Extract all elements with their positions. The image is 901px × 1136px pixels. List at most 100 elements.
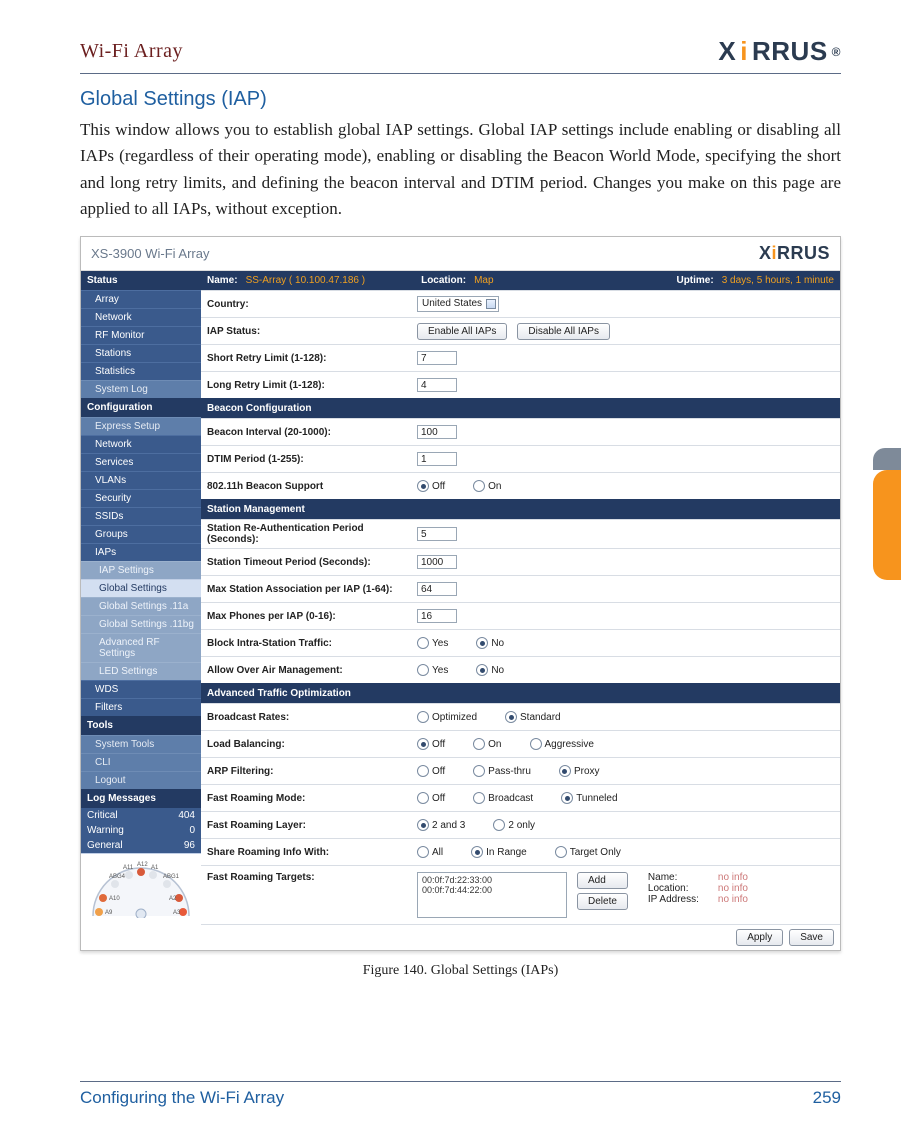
dtim-input[interactable]: 1 [417,452,457,466]
sidebar-item-statistics[interactable]: Statistics [81,362,201,380]
long-retry-input[interactable]: 4 [417,378,457,392]
radio-11h-off[interactable]: Off [417,480,445,492]
svg-text:A1: A1 [151,865,159,871]
radio-fr-bcast[interactable]: Broadcast [473,792,533,804]
iap-dial-icon: A9 A10 ABG4 A11 A12 A1 ABG1 A2 A3 [81,853,201,920]
sidebar-item-cfg-groups[interactable]: Groups [81,525,201,543]
select-country[interactable]: United States [417,296,499,312]
radio-lb-on[interactable]: On [473,738,501,750]
sidebar-head-log[interactable]: Log Messages [81,789,201,808]
label-frlayer: Fast Roaming Layer: [207,820,417,831]
radio-block-yes[interactable]: Yes [417,637,448,649]
sidebar-item-cli[interactable]: CLI [81,753,201,771]
section-heading: Global Settings (IAP) [80,88,841,111]
radio-layer-2[interactable]: 2 only [493,819,535,831]
sidebar-item-systemlog[interactable]: System Log [81,380,201,398]
delete-target-button[interactable]: Delete [577,893,628,910]
label-bcast-rates: Broadcast Rates: [207,712,417,723]
main-panel: Name: SS-Array ( 10.100.47.186 ) Locatio… [201,271,840,950]
radio-lb-off[interactable]: Off [417,738,445,750]
radio-bcast-opt[interactable]: Optimized [417,711,477,723]
short-retry-input[interactable]: 7 [417,351,457,365]
label-beacon-int: Beacon Interval (20-1000): [207,427,417,438]
maxphones-input[interactable]: 16 [417,609,457,623]
radio-lb-aggr[interactable]: Aggressive [530,738,594,750]
radio-block-no[interactable]: No [476,637,504,649]
sidebar-sub-iapsettings[interactable]: IAP Settings [81,561,201,579]
log-row-warning[interactable]: Warning0 [81,823,201,838]
sidebar-item-cfg-services[interactable]: Services [81,453,201,471]
sidebar-sub-gs11a[interactable]: Global Settings .11a [81,597,201,615]
section-station: Station Management [201,499,840,519]
intro-paragraph: This window allows you to establish glob… [80,117,841,222]
label-long-retry: Long Retry Limit (1-128): [207,380,417,391]
beacon-interval-input[interactable]: 100 [417,425,457,439]
sidebar-sub-gs11bg[interactable]: Global Settings .11bg [81,615,201,633]
sidebar-item-rfmonitor[interactable]: RF Monitor [81,326,201,344]
svg-text:A11: A11 [123,865,134,871]
radio-arp-off[interactable]: Off [417,765,445,777]
log-row-general[interactable]: General96 [81,838,201,853]
maxsta-input[interactable]: 64 [417,582,457,596]
sidebar-sub-led[interactable]: LED Settings [81,662,201,680]
radio-fr-tun[interactable]: Tunneled [561,792,617,804]
side-tab-icon [873,470,901,580]
label-country: Country: [207,299,417,310]
sidebar-item-stations[interactable]: Stations [81,344,201,362]
sidebar-item-filters[interactable]: Filters [81,698,201,716]
radio-11h-on[interactable]: On [473,480,501,492]
svg-text:ABG4: ABG4 [109,874,126,880]
sidebar-head-tools[interactable]: Tools [81,716,201,735]
sidebar-head-config[interactable]: Configuration [81,398,201,417]
sidebar-item-wds[interactable]: WDS [81,680,201,698]
disable-all-iaps-button[interactable]: Disable All IAPs [517,323,610,340]
figure-caption: Figure 140. Global Settings (IAPs) [80,963,841,979]
radio-layer-23[interactable]: 2 and 3 [417,819,465,831]
sidebar-item-systools[interactable]: System Tools [81,735,201,753]
brand-logo: XiRRUS® [718,36,841,67]
sidebar-item-cfg-vlans[interactable]: VLANs [81,471,201,489]
sidebar: Status Array Network RF Monitor Stations… [81,271,201,950]
add-target-button[interactable]: Add [577,872,628,889]
sidebar-item-network[interactable]: Network [81,308,201,326]
sidebar-item-logout[interactable]: Logout [81,771,201,789]
radio-arp-proxy[interactable]: Proxy [559,765,600,777]
radio-share-range[interactable]: In Range [471,846,527,858]
enable-all-iaps-button[interactable]: Enable All IAPs [417,323,507,340]
radio-bcast-std[interactable]: Standard [505,711,561,723]
section-advanced: Advanced Traffic Optimization [201,683,840,703]
label-dtim: DTIM Period (1-255): [207,454,417,465]
radio-share-target[interactable]: Target Only [555,846,621,858]
save-button[interactable]: Save [789,929,834,946]
radio-air-no[interactable]: No [476,664,504,676]
label-short-retry: Short Retry Limit (1-128): [207,353,417,364]
sidebar-head-status[interactable]: Status [81,271,201,290]
radio-share-all[interactable]: All [417,846,443,858]
label-arp: ARP Filtering: [207,766,417,777]
radio-arp-pass[interactable]: Pass-thru [473,765,531,777]
sidebar-item-express[interactable]: Express Setup [81,417,201,435]
log-row-critical[interactable]: Critical404 [81,808,201,823]
radio-air-yes[interactable]: Yes [417,664,448,676]
sidebar-item-cfg-security[interactable]: Security [81,489,201,507]
targets-listbox[interactable]: 00:0f:7d:22:33:00 00:0f:7d:44:22:00 [417,872,567,918]
footer-section-title: Configuring the Wi-Fi Array [80,1088,284,1108]
sidebar-sub-advrf[interactable]: Advanced RF Settings [81,633,201,662]
label-80211h: 802.11h Beacon Support [207,481,417,492]
label-allow-air: Allow Over Air Management: [207,665,417,676]
sidebar-item-array[interactable]: Array [81,290,201,308]
reauth-input[interactable]: 5 [417,527,457,541]
header-rule [80,73,841,74]
apply-button[interactable]: Apply [736,929,783,946]
sidebar-item-cfg-iaps[interactable]: IAPs [81,543,201,561]
device-model-title: XS-3900 Wi-Fi Array [91,246,209,261]
brand-logo-small: XiRRUS [759,243,830,264]
sidebar-sub-globalsettings[interactable]: Global Settings [81,579,201,597]
sidebar-item-cfg-ssids[interactable]: SSIDs [81,507,201,525]
screenshot-panel: XS-3900 Wi-Fi Array XiRRUS Status Array … [80,236,841,951]
radio-fr-off[interactable]: Off [417,792,445,804]
timeout-input[interactable]: 1000 [417,555,457,569]
label-share: Share Roaming Info With: [207,847,417,858]
sidebar-item-cfg-network[interactable]: Network [81,435,201,453]
label-frmode: Fast Roaming Mode: [207,793,417,804]
